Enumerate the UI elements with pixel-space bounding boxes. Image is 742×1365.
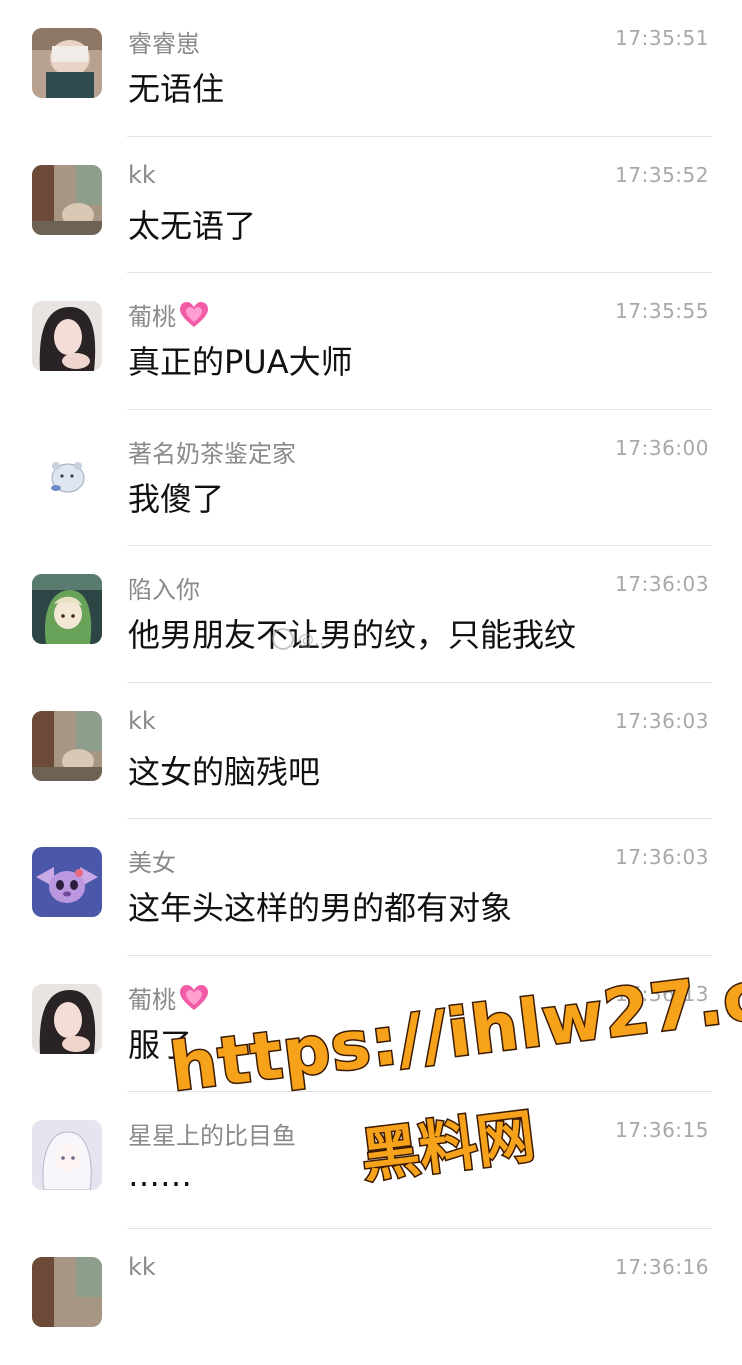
list-item[interactable]: kk 17:36:03 这女的脑残吧 (0, 683, 742, 820)
list-item[interactable]: kk 17:36:16 (0, 1229, 742, 1365)
message-time: 17:36:03 (615, 845, 709, 869)
sender-name: 葡桃 (128, 297, 210, 332)
list-item[interactable]: 著名奶茶鉴定家 17:36:00 我傻了 (0, 410, 742, 547)
avatar[interactable] (32, 438, 102, 508)
sender-name: 葡桃 (128, 980, 210, 1015)
chat-message-list: 睿睿崽 17:35:51 无语住 kk 17:35:52 太无语了 (0, 0, 742, 1365)
avatar[interactable] (32, 165, 102, 235)
list-item[interactable]: 星星上的比目鱼 17:36:15 …… (0, 1092, 742, 1229)
avatar[interactable] (32, 847, 102, 917)
avatar[interactable] (32, 711, 102, 781)
list-item[interactable]: 葡桃 17:36:13 服了 (0, 956, 742, 1093)
sparkling-heart-icon (178, 301, 210, 329)
message-time: 17:36:03 (615, 572, 709, 596)
sender-name: 陷入你 (128, 570, 200, 605)
message-time: 17:36:16 (615, 1255, 709, 1279)
avatar[interactable] (32, 1257, 102, 1327)
list-item[interactable]: 睿睿崽 17:35:51 无语住 (0, 0, 742, 137)
message-text: 他男朋友不让男的纹，只能我纹 (128, 610, 576, 656)
message-time: 17:36:00 (615, 436, 709, 460)
message-text: 这女的脑残吧 (128, 747, 320, 793)
message-text: 真正的PUA大师 (128, 337, 353, 383)
weibo-icon (272, 628, 294, 650)
sparkling-heart-icon (178, 984, 210, 1012)
message-time: 17:36:13 (615, 982, 709, 1006)
avatar[interactable] (32, 984, 102, 1054)
message-time: 17:36:15 (615, 1118, 709, 1142)
avatar[interactable] (32, 574, 102, 644)
sender-name: kk (128, 1253, 156, 1281)
sender-name: 睿睿崽 (128, 24, 200, 59)
sender-name: kk (128, 161, 156, 189)
message-text: 无语住 (128, 64, 224, 110)
message-time: 17:35:52 (615, 163, 709, 187)
message-time: 17:36:03 (615, 709, 709, 733)
avatar[interactable] (32, 28, 102, 98)
weibo-watermark-text: @... (298, 630, 329, 649)
list-item[interactable]: 美女 17:36:03 这年头这样的男的都有对象 (0, 819, 742, 956)
message-text: 这年头这样的男的都有对象 (128, 883, 512, 929)
list-item[interactable]: 陷入你 17:36:03 他男朋友不让男的纹，只能我纹 (0, 546, 742, 683)
message-text: 我傻了 (128, 474, 224, 520)
sender-name: 美女 (128, 843, 176, 878)
message-time: 17:35:55 (615, 299, 709, 323)
list-item[interactable]: kk 17:35:52 太无语了 (0, 137, 742, 274)
sender-name: 星星上的比目鱼 (128, 1116, 296, 1151)
message-time: 17:35:51 (615, 26, 709, 50)
message-text: 服了 (128, 1020, 192, 1066)
sender-name-text: 葡桃 (128, 986, 176, 1014)
message-text: …… (128, 1156, 192, 1194)
sender-name-text: 葡桃 (128, 303, 176, 331)
avatar[interactable] (32, 1120, 102, 1190)
sender-name: 著名奶茶鉴定家 (128, 434, 296, 469)
list-item[interactable]: 葡桃 17:35:55 真正的PUA大师 (0, 273, 742, 410)
weibo-watermark: @... (272, 628, 329, 650)
avatar[interactable] (32, 301, 102, 371)
message-text: 太无语了 (128, 201, 256, 247)
sender-name: kk (128, 707, 156, 735)
